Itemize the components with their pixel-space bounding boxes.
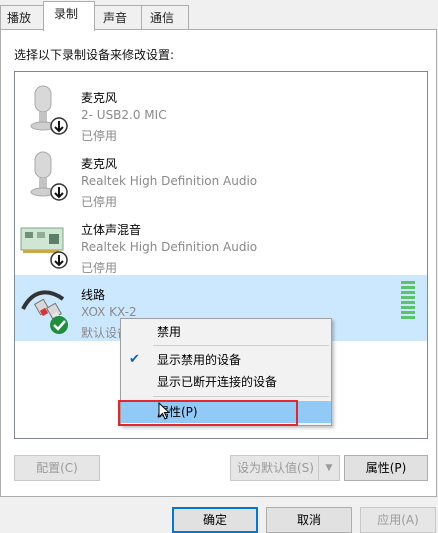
sound-card-icon	[19, 214, 75, 270]
device-item-stereo-mix[interactable]: 立体声混音 Realtek High Definition Audio 已停用	[15, 210, 427, 275]
level-meter	[401, 281, 415, 321]
device-name: 线路	[81, 288, 106, 302]
chevron-down-icon[interactable]: ▼	[318, 456, 339, 480]
tab-recording[interactable]: 录制	[43, 1, 95, 31]
device-detail: Realtek High Definition Audio	[81, 240, 258, 254]
set-default-label: 设为默认值(S)	[237, 461, 314, 475]
context-menu: 禁用 ✔ 显示禁用的设备 显示已断开连接的设备 属性(P)	[120, 318, 332, 426]
cancel-button[interactable]: 取消	[266, 507, 352, 533]
instruction-text: 选择以下录制设备来修改设置:	[14, 48, 175, 62]
tab-bar: 播放 录制 声音 通信	[0, 0, 438, 31]
device-status: 已停用	[81, 261, 118, 275]
menu-separator	[153, 396, 329, 397]
menu-item-properties[interactable]: 属性(P)	[121, 401, 331, 423]
properties-button[interactable]: 属性(P)	[344, 455, 428, 481]
menu-item-show-disconnected[interactable]: 显示已断开连接的设备	[121, 371, 331, 393]
set-default-button[interactable]: 设为默认值(S) ▼	[230, 455, 340, 481]
menu-item-label: 显示禁用的设备	[157, 353, 242, 367]
menu-separator	[153, 345, 329, 346]
rca-cable-icon	[19, 279, 75, 335]
device-item-mic-usb[interactable]: 麦克风 2- USB2.0 MIC 已停用	[15, 78, 427, 143]
device-status: 已停用	[81, 195, 118, 209]
device-detail: 2- USB2.0 MIC	[81, 108, 167, 122]
menu-item-show-disabled[interactable]: ✔ 显示禁用的设备	[121, 349, 331, 371]
device-name: 麦克风	[81, 157, 118, 171]
menu-item-label: 显示已断开连接的设备	[157, 375, 278, 389]
device-status: 已停用	[81, 129, 118, 143]
check-icon: ✔	[129, 352, 140, 367]
device-item-mic-realtek[interactable]: 麦克风 Realtek High Definition Audio 已停用	[15, 144, 427, 209]
microphone-icon	[19, 148, 75, 204]
tab-communications[interactable]: 通信	[141, 5, 189, 29]
configure-button[interactable]: 配置(C)	[14, 455, 100, 481]
device-detail: Realtek High Definition Audio	[81, 174, 258, 188]
ok-button[interactable]: 确定	[172, 507, 258, 533]
microphone-icon	[19, 82, 75, 138]
apply-button[interactable]: 应用(A)	[360, 507, 436, 533]
menu-item-label: 禁用	[157, 325, 182, 339]
device-name: 麦克风	[81, 91, 118, 105]
tab-sounds[interactable]: 声音	[94, 5, 142, 29]
menu-item-disable[interactable]: 禁用	[121, 321, 331, 343]
mouse-pointer-icon	[158, 401, 171, 423]
device-name: 立体声混音	[81, 223, 142, 237]
device-detail: XOX KX-2	[81, 305, 137, 319]
tab-playback[interactable]: 播放	[0, 5, 44, 29]
